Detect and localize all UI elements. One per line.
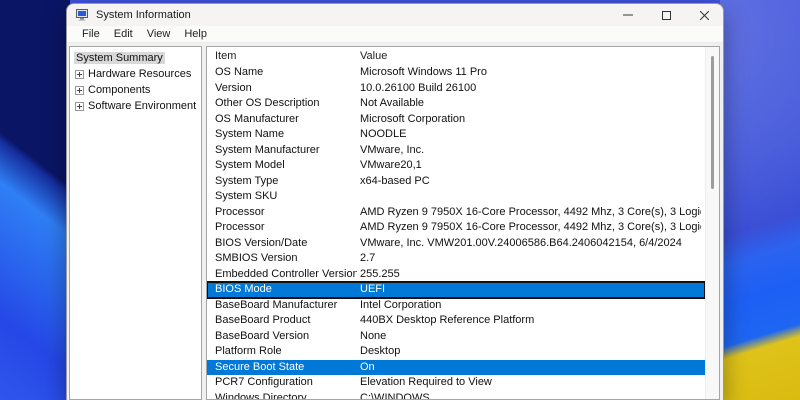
- close-button[interactable]: [685, 4, 723, 26]
- table-row[interactable]: Platform RoleDesktop: [207, 344, 705, 360]
- sidebar-item-system-summary[interactable]: System Summary: [70, 50, 201, 66]
- column-header-value[interactable]: Value: [360, 50, 387, 62]
- row-value: Desktop: [360, 345, 701, 357]
- table-row[interactable]: SMBIOS Version2.7: [207, 251, 705, 267]
- table-row[interactable]: OS ManufacturerMicrosoft Corporation: [207, 112, 705, 128]
- row-value: None: [360, 330, 701, 342]
- row-value: Microsoft Windows 11 Pro: [360, 66, 701, 78]
- row-item-label: System SKU: [215, 190, 357, 202]
- sidebar-item-label: System Summary: [74, 52, 165, 64]
- menu-item-file[interactable]: File: [75, 28, 107, 40]
- row-value: On: [360, 361, 701, 373]
- table-row[interactable]: System NameNOODLE: [207, 127, 705, 143]
- vertical-scrollbar[interactable]: [705, 47, 719, 399]
- sidebar-item-label: Hardware Resources: [88, 68, 191, 80]
- column-header-item[interactable]: Item: [215, 50, 236, 62]
- row-item-label: Secure Boot State: [215, 361, 357, 373]
- wallpaper-right-panel: [720, 0, 800, 400]
- row-item-label: System Type: [215, 175, 357, 187]
- row-item-label: BaseBoard Version: [215, 330, 357, 342]
- row-item-label: Platform Role: [215, 345, 357, 357]
- category-tree: System Summary Hardware Resources Componen…: [69, 46, 202, 400]
- row-item-label: System Manufacturer: [215, 144, 357, 156]
- row-value: 10.0.26100 Build 26100: [360, 82, 701, 94]
- row-value: 2.7: [360, 252, 701, 264]
- table-row[interactable]: Embedded Controller Version255.255: [207, 267, 705, 283]
- row-item-label: BaseBoard Manufacturer: [215, 299, 357, 311]
- row-item-label: BIOS Mode: [215, 283, 357, 295]
- row-value: VMware, Inc.: [360, 144, 701, 156]
- table-row[interactable]: ProcessorAMD Ryzen 9 7950X 16-Core Proce…: [207, 205, 705, 221]
- table-row[interactable]: Version10.0.26100 Build 26100: [207, 81, 705, 97]
- expand-plus-icon[interactable]: [75, 70, 84, 79]
- row-item-label: Other OS Description: [215, 97, 357, 109]
- row-item-label: SMBIOS Version: [215, 252, 357, 264]
- row-item-label: Processor: [215, 221, 357, 233]
- table-row[interactable]: BIOS ModeUEFI: [207, 282, 705, 298]
- sidebar-item-software-environment[interactable]: Software Environment: [70, 98, 201, 114]
- row-item-label: BaseBoard Product: [215, 314, 357, 326]
- row-item-label: Version: [215, 82, 357, 94]
- table-row[interactable]: PCR7 ConfigurationElevation Required to …: [207, 375, 705, 391]
- row-value: Elevation Required to View: [360, 376, 701, 388]
- table-row[interactable]: System ManufacturerVMware, Inc.: [207, 143, 705, 159]
- expand-plus-icon[interactable]: [75, 86, 84, 95]
- row-value: 255.255: [360, 268, 701, 280]
- row-value: AMD Ryzen 9 7950X 16-Core Processor, 449…: [360, 221, 701, 233]
- table-row[interactable]: Secure Boot StateOn: [207, 360, 705, 376]
- row-item-label: Processor: [215, 206, 357, 218]
- row-item-label: OS Manufacturer: [215, 113, 357, 125]
- table-row[interactable]: Windows DirectoryC:\WINDOWS: [207, 391, 705, 400]
- row-value: C:\WINDOWS: [360, 392, 701, 400]
- row-value: AMD Ryzen 9 7950X 16-Core Processor, 449…: [360, 206, 701, 218]
- row-value: Microsoft Corporation: [360, 113, 701, 125]
- row-item-label: System Model: [215, 159, 357, 171]
- menu-bar: FileEditViewHelp: [67, 26, 723, 43]
- table-row[interactable]: OS NameMicrosoft Windows 11 Pro: [207, 65, 705, 81]
- row-value: NOODLE: [360, 128, 701, 140]
- table-row[interactable]: BaseBoard ManufacturerIntel Corporation: [207, 298, 705, 314]
- table-row[interactable]: BaseBoard VersionNone: [207, 329, 705, 345]
- row-value: Not Available: [360, 97, 701, 109]
- table-row[interactable]: Other OS DescriptionNot Available: [207, 96, 705, 112]
- table-row[interactable]: ProcessorAMD Ryzen 9 7950X 16-Core Proce…: [207, 220, 705, 236]
- maximize-button[interactable]: [647, 4, 685, 26]
- menu-item-help[interactable]: Help: [177, 28, 214, 40]
- row-item-label: System Name: [215, 128, 357, 140]
- table-row[interactable]: BaseBoard Product440BX Desktop Reference…: [207, 313, 705, 329]
- window-title: System Information: [96, 9, 191, 21]
- sidebar-item-components[interactable]: Components: [70, 82, 201, 98]
- table-row[interactable]: System ModelVMware20,1: [207, 158, 705, 174]
- desktop-wallpaper: System Information FileEditViewHelp Syst…: [0, 0, 800, 400]
- minimize-button[interactable]: [609, 4, 647, 26]
- table-row[interactable]: System Typex64-based PC: [207, 174, 705, 190]
- msinfo-app-icon: [76, 9, 89, 21]
- row-item-label: Embedded Controller Version: [215, 268, 357, 280]
- details-list: Item Value OS NameMicrosoft Windows 11 P…: [206, 46, 720, 400]
- menu-item-view[interactable]: View: [140, 28, 178, 40]
- row-value: VMware20,1: [360, 159, 701, 171]
- title-bar[interactable]: System Information: [67, 4, 723, 26]
- row-value: UEFI: [360, 283, 701, 295]
- row-value: VMware, Inc. VMW201.00V.24006586.B64.240…: [360, 237, 701, 249]
- row-value: Intel Corporation: [360, 299, 701, 311]
- row-item-label: PCR7 Configuration: [215, 376, 357, 388]
- wallpaper-left-panel: [0, 0, 70, 400]
- table-row[interactable]: System SKU: [207, 189, 705, 205]
- row-value: 440BX Desktop Reference Platform: [360, 314, 701, 326]
- scrollbar-thumb[interactable]: [711, 56, 714, 189]
- row-value: x64-based PC: [360, 175, 701, 187]
- window-content: System Summary Hardware Resources Componen…: [67, 44, 723, 400]
- sidebar-item-label: Software Environment: [88, 100, 196, 112]
- row-item-label: BIOS Version/Date: [215, 237, 357, 249]
- table-row[interactable]: BIOS Version/DateVMware, Inc. VMW201.00V…: [207, 236, 705, 252]
- sidebar-item-label: Components: [88, 84, 150, 96]
- row-item-label: Windows Directory: [215, 392, 357, 400]
- row-item-label: OS Name: [215, 66, 357, 78]
- sidebar-item-hardware-resources[interactable]: Hardware Resources: [70, 66, 201, 82]
- system-information-window: System Information FileEditViewHelp Syst…: [66, 3, 724, 400]
- menu-item-edit[interactable]: Edit: [107, 28, 140, 40]
- column-header-row: Item Value: [207, 47, 705, 65]
- expand-plus-icon[interactable]: [75, 102, 84, 111]
